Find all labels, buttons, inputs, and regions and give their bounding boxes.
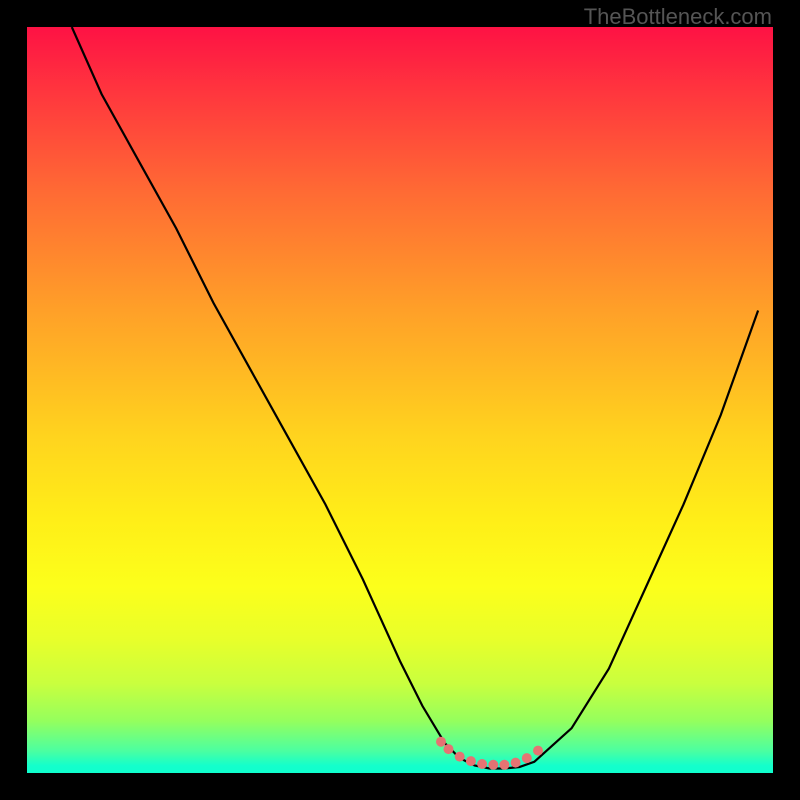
- highlight-dot: [533, 746, 543, 756]
- highlight-dot: [444, 744, 454, 754]
- plot-area: [27, 27, 773, 773]
- highlight-dot: [522, 753, 532, 763]
- highlight-dot: [499, 760, 509, 770]
- highlight-dot: [511, 758, 521, 768]
- chart-container: TheBottleneck.com: [0, 0, 800, 800]
- highlight-dot: [436, 737, 446, 747]
- highlight-dot: [477, 759, 487, 769]
- highlight-dot: [455, 752, 465, 762]
- highlight-dot: [488, 760, 498, 770]
- highlight-dot: [466, 756, 476, 766]
- bottleneck-curve: [72, 27, 758, 769]
- chart-svg: [27, 27, 773, 773]
